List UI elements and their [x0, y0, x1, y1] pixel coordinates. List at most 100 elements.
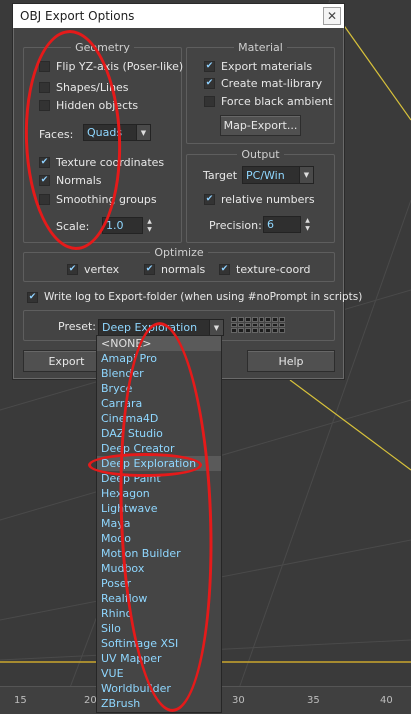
preset-dropdown-list[interactable]: <NONE> Amapi Pro Blender Bryce Carrara C…: [96, 335, 222, 713]
list-item[interactable]: Bryce: [97, 381, 221, 396]
obj-export-dialog: OBJ Export Options ✕ Geometry Flip YZ-ax…: [12, 3, 362, 380]
list-item[interactable]: Motion Builder: [97, 546, 221, 561]
smoothing-groups-checkbox[interactable]: Smoothing groups: [39, 193, 157, 206]
smoothing-groups-label: Smoothing groups: [56, 193, 157, 206]
export-materials-checkbox[interactable]: Export materials: [204, 60, 312, 73]
ruler-label: 40: [380, 695, 393, 706]
create-mat-library-checkbox[interactable]: Create mat-library: [204, 77, 322, 90]
list-item[interactable]: Blender: [97, 366, 221, 381]
checkbox-box[interactable]: [39, 82, 50, 93]
list-item[interactable]: Deep Exploration: [97, 456, 221, 471]
checkbox-box[interactable]: [39, 100, 50, 111]
checkbox-box[interactable]: [204, 194, 215, 205]
list-item[interactable]: ZBrush: [97, 696, 221, 711]
close-icon: ✕: [326, 9, 338, 23]
list-item[interactable]: Rhino: [97, 606, 221, 621]
list-item[interactable]: Modo: [97, 531, 221, 546]
list-item[interactable]: Realflow: [97, 591, 221, 606]
checkbox-box[interactable]: [27, 291, 38, 303]
help-button[interactable]: Help: [247, 350, 335, 372]
checkbox-box[interactable]: [219, 264, 230, 275]
list-item[interactable]: Deep Paint: [97, 471, 221, 486]
list-item[interactable]: Worldbuilder: [97, 681, 221, 696]
chevron-down-icon[interactable]: ▼: [209, 320, 223, 335]
list-item[interactable]: Silo: [97, 621, 221, 636]
close-button[interactable]: ✕: [323, 7, 341, 25]
checkbox-box[interactable]: [39, 175, 50, 186]
list-item[interactable]: Amapi Pro: [97, 351, 221, 366]
normals-label: Normals: [56, 174, 102, 187]
geometry-title: Geometry: [71, 41, 134, 54]
list-item[interactable]: Lightwave: [97, 501, 221, 516]
checkbox-box[interactable]: [204, 96, 215, 107]
checkbox-box[interactable]: [67, 264, 78, 275]
title-bar[interactable]: OBJ Export Options ✕: [13, 4, 344, 28]
preset-slider-widget[interactable]: [231, 317, 285, 333]
relative-numbers-label: relative numbers: [221, 193, 315, 206]
texture-coordinates-checkbox[interactable]: Texture coordinates: [39, 156, 164, 169]
normals-checkbox[interactable]: Normals: [39, 174, 102, 187]
spinner-arrows-icon[interactable]: ▲ ▼: [302, 217, 313, 232]
ruler-label: 15: [14, 695, 27, 706]
scale-spinner[interactable]: 1.0 ▲ ▼: [102, 217, 152, 234]
faces-label: Faces:: [39, 128, 74, 141]
list-item[interactable]: Softimage XSI: [97, 636, 221, 651]
checkbox-box[interactable]: [204, 78, 215, 89]
list-item[interactable]: Hexagon: [97, 486, 221, 501]
spinner-arrows-icon[interactable]: ▲ ▼: [144, 218, 155, 233]
list-item[interactable]: DAZ Studio: [97, 426, 221, 441]
flip-yz-checkbox[interactable]: Flip YZ-axis (Poser-like): [39, 60, 183, 73]
faces-value: Quads: [87, 126, 123, 139]
hidden-objects-label: Hidden objects: [56, 99, 139, 112]
preset-label: Preset:: [58, 320, 97, 333]
list-item[interactable]: Cinema4D: [97, 411, 221, 426]
optimize-normals-label: normals: [161, 263, 206, 276]
list-item[interactable]: UV Mapper: [97, 651, 221, 666]
list-item[interactable]: Mudbox: [97, 561, 221, 576]
export-materials-label: Export materials: [221, 60, 313, 73]
ruler-label: 35: [307, 695, 320, 706]
checkbox-box[interactable]: [39, 194, 50, 205]
force-black-ambient-label: Force black ambient: [221, 95, 333, 108]
material-group: Material Export materials Create mat-lib…: [186, 41, 335, 144]
target-value: PC/Win: [246, 168, 285, 182]
flip-yz-label: Flip YZ-axis (Poser-like): [56, 60, 184, 73]
list-item[interactable]: <NONE>: [97, 336, 221, 351]
window-title: OBJ Export Options: [20, 9, 135, 23]
checkbox-box[interactable]: [144, 264, 155, 275]
list-item[interactable]: Deep Creator: [97, 441, 221, 456]
optimize-normals-checkbox[interactable]: normals: [144, 263, 205, 276]
texture-coordinates-label: Texture coordinates: [56, 156, 165, 169]
map-export-button[interactable]: Map-Export...: [220, 115, 301, 136]
precision-value: 6: [267, 218, 274, 231]
relative-numbers-checkbox[interactable]: relative numbers: [204, 193, 315, 206]
shapes-lines-label: Shapes/Lines: [56, 81, 129, 94]
hidden-objects-checkbox[interactable]: Hidden objects: [39, 99, 138, 112]
checkbox-box[interactable]: [39, 61, 50, 72]
target-dropdown[interactable]: PC/Win ▼: [242, 166, 314, 184]
optimize-vertex-checkbox[interactable]: vertex: [67, 263, 119, 276]
list-item[interactable]: Poser: [97, 576, 221, 591]
preset-value: Deep Exploration: [102, 321, 198, 334]
optimize-group: Optimize vertex normals texture-coord: [23, 246, 335, 282]
scale-value: 1.0: [106, 219, 124, 232]
checkbox-box[interactable]: [39, 157, 50, 168]
shapes-lines-checkbox[interactable]: Shapes/Lines: [39, 81, 129, 94]
faces-dropdown[interactable]: Quads ▼: [83, 124, 151, 141]
precision-label: Precision:: [209, 219, 262, 232]
precision-spinner[interactable]: 6 ▲ ▼: [263, 216, 310, 233]
list-item[interactable]: Carrara: [97, 396, 221, 411]
output-title: Output: [237, 148, 284, 161]
list-item[interactable]: Maya: [97, 516, 221, 531]
chevron-down-icon[interactable]: ▼: [299, 167, 313, 183]
preset-dropdown[interactable]: Deep Exploration ▼: [98, 319, 224, 336]
checkbox-box[interactable]: [204, 61, 215, 72]
chevron-down-icon[interactable]: ▼: [136, 125, 150, 140]
optimize-vertex-label: vertex: [84, 263, 120, 276]
optimize-texture-coord-checkbox[interactable]: texture-coord: [219, 263, 311, 276]
write-log-checkbox[interactable]: Write log to Export-folder (when using #…: [27, 291, 362, 303]
list-item[interactable]: VUE: [97, 666, 221, 681]
ruler-label: 20: [84, 695, 97, 706]
force-black-ambient-checkbox[interactable]: Force black ambient: [204, 95, 333, 108]
scale-label: Scale:: [56, 220, 90, 233]
